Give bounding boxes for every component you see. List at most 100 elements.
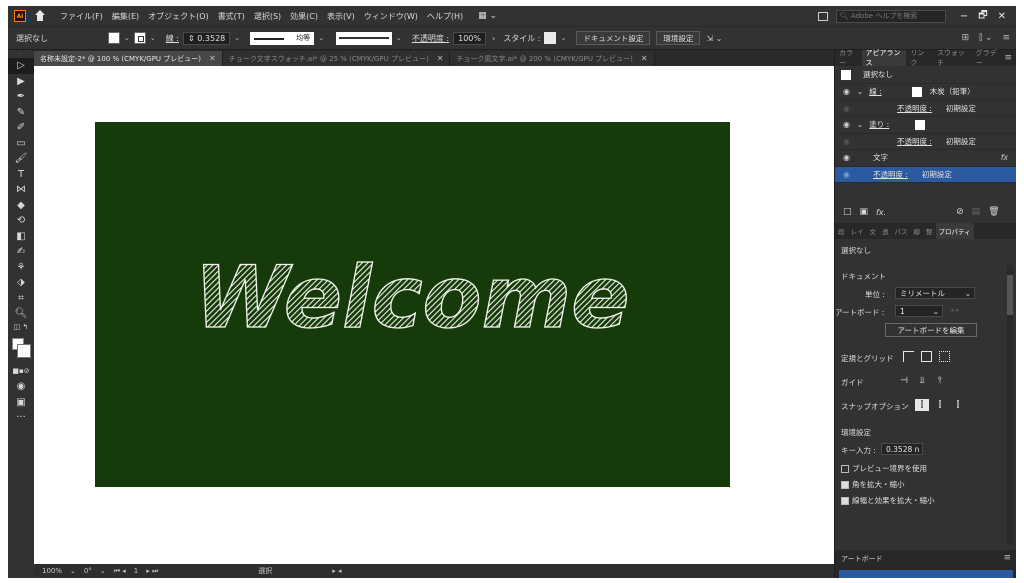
opacity-field[interactable]: 100% (453, 31, 486, 45)
checkbox-checked-icon[interactable] (841, 480, 849, 489)
clear-appearance-icon[interactable]: ⊘ (956, 207, 964, 217)
tab-gradient[interactable]: グラデー (972, 48, 1005, 68)
menu-object[interactable]: オブジェクト(O) (148, 11, 209, 22)
status-mode[interactable]: 選択 (258, 566, 272, 576)
stroke-width-field[interactable]: ⇕ 0.3528 (183, 31, 231, 45)
menu-edit[interactable]: 編集(E) (112, 11, 139, 22)
width-tool-icon[interactable]: ⋈ (8, 182, 34, 198)
pen-tool-icon[interactable]: ✒ (8, 89, 34, 105)
eye-icon[interactable]: ◉ (843, 153, 853, 162)
menu-lines-icon[interactable]: ≡ (1002, 33, 1010, 43)
chevron-down-icon[interactable]: ⌄ (396, 34, 402, 42)
opacity-row-label[interactable]: 不透明度 : (897, 136, 932, 147)
zoom-tool-icon[interactable]: 🔍︎ (8, 306, 34, 322)
eye-icon[interactable]: ◉ (843, 104, 853, 113)
tab-align[interactable]: 整 (923, 226, 936, 236)
preview-bounds-checkbox[interactable]: プレビュー境界を使用 (841, 463, 927, 474)
preferences-button[interactable]: 環境設定 (656, 31, 701, 45)
tab-document-1[interactable]: 名称未設定-2* @ 100 % (CMYK/GPU プレビュー) ✕ (34, 51, 223, 66)
tab-swatches[interactable]: スウォッチ (933, 48, 972, 68)
artboard-dropdown[interactable]: 1 ⌄ (895, 305, 943, 317)
snap-to-point-icon[interactable]: ⫿ (915, 399, 929, 411)
tab-color[interactable]: カラー (835, 48, 862, 68)
zoom-level[interactable]: 100% (42, 567, 62, 575)
last-artboard-icon[interactable]: ▸ ⏭ (146, 567, 158, 576)
tab-document-3[interactable]: チョーク風文字.ai* @ 200 % (CMYK/GPU プレビュー) ✕ (450, 51, 655, 66)
blend-tool-icon[interactable]: ⚘ (8, 260, 34, 276)
show-guides-icon[interactable]: ⊣ (897, 375, 911, 387)
fx-icon[interactable]: fx (1001, 153, 1008, 162)
chevron-down-icon[interactable]: ⌄ (234, 34, 240, 42)
fill-stroke-swatches[interactable] (8, 336, 34, 364)
artboard-list-item[interactable] (839, 570, 1013, 578)
key-increment-field[interactable]: 0.3528 n (881, 443, 923, 455)
artboard-number[interactable]: 1 (134, 567, 138, 575)
appearance-row-char-opacity[interactable]: ◉ 不透明度 : 初期設定 (835, 166, 1016, 183)
chevron-right-icon[interactable]: › (492, 34, 495, 43)
properties-scrollbar[interactable] (1007, 265, 1013, 545)
artboard-tool-icon[interactable]: ⌗ (8, 291, 34, 307)
tab-links[interactable]: リンク (906, 48, 933, 68)
swap-fill-stroke-icon[interactable]: ◫ ↰ (8, 322, 34, 332)
artboard[interactable]: Welcome (95, 122, 730, 487)
stroke-row-value[interactable]: 木炭（鉛筆） (930, 86, 975, 97)
chevron-down-icon[interactable]: ⌄ (150, 34, 156, 42)
chevron-down-icon[interactable]: ⌄ (560, 34, 566, 42)
arrange-documents-icon[interactable] (817, 11, 828, 21)
chevron-down-icon[interactable]: ⌄ (70, 567, 76, 575)
checkbox-checked-icon[interactable] (841, 496, 849, 505)
units-dropdown[interactable]: ミリメートル ⌄ (895, 287, 975, 299)
snap-to-glyph-icon[interactable]: ⫿ (951, 399, 965, 411)
edit-artboard-button[interactable]: アートボードを編集 (885, 323, 977, 337)
eye-icon[interactable]: ◉ (843, 170, 853, 179)
eraser-tool-icon[interactable]: ◆ (8, 198, 34, 214)
screen-mode-icon[interactable]: ▣ (8, 395, 34, 411)
scale-strokes-checkbox[interactable]: 線幅と効果を拡大・縮小 (841, 495, 935, 506)
tab-properties[interactable]: プロパティ (935, 223, 974, 239)
add-effect-icon[interactable]: fx. (876, 208, 886, 217)
shape-builder-tool-icon[interactable]: ⬗ (8, 275, 34, 291)
rulers-icon[interactable] (903, 351, 914, 362)
opacity-row-label[interactable]: 不透明度 : (873, 169, 908, 180)
panel-grip-icon[interactable]: ·· (8, 50, 34, 58)
characters-row-label[interactable]: 文字 (873, 152, 888, 163)
lock-guides-icon[interactable]: ⫫ (915, 375, 929, 387)
tab-stroke[interactable]: 線 (911, 226, 924, 236)
tab-pathfinder[interactable]: パス (892, 226, 911, 236)
scale-corners-checkbox[interactable]: 角を拡大・縮小 (841, 479, 905, 490)
scale-tool-icon[interactable]: ◧ (8, 229, 34, 245)
tab-appearance[interactable]: アピアランス (861, 49, 907, 67)
direct-selection-tool-icon[interactable]: ▶ (8, 74, 34, 90)
canvas[interactable]: Welcome (34, 66, 834, 564)
arrange-icon[interactable]: ⇲ ⌄ (706, 34, 722, 43)
fill-color-swatch[interactable] (108, 32, 120, 44)
artboards-panel-label[interactable]: アートボード (841, 554, 883, 564)
document-setup-button[interactable]: ドキュメント設定 (576, 31, 651, 45)
scrollbar-thumb[interactable] (1007, 275, 1013, 315)
tab-layers[interactable]: レイ (848, 226, 867, 236)
more-tools-icon[interactable]: ··· (8, 410, 34, 426)
grid-icon[interactable] (921, 351, 932, 362)
stroke-color-swatch[interactable] (133, 32, 146, 44)
chevron-down-icon[interactable]: ⌄ (857, 87, 863, 96)
close-icon[interactable]: ✕ (437, 54, 444, 63)
type-tool-icon[interactable]: T (8, 167, 34, 183)
add-stroke-icon[interactable]: □ (843, 207, 852, 217)
opacity-row-label[interactable]: 不透明度 : (897, 103, 932, 114)
eye-icon[interactable]: ◉ (843, 120, 853, 129)
appearance-row-stroke[interactable]: ◉ ⌄ 線 : 木炭（鉛筆） (835, 84, 1016, 101)
help-search-input[interactable]: 🔍︎ Adobe ヘルプを検索 (835, 9, 946, 23)
close-button[interactable]: ✕ (998, 11, 1006, 22)
appearance-row-fill[interactable]: ◉ ⌄ 塗り : (835, 117, 1016, 134)
panel-menu-icon[interactable]: ≡ (1004, 53, 1012, 63)
eye-icon[interactable]: ◉ (843, 87, 853, 96)
tab-document-2[interactable]: チョーク文字スウォッチ.ai* @ 25 % (CMYK/GPU プレビュー) … (222, 51, 451, 66)
draw-mode-icon[interactable]: ◉ (8, 379, 34, 395)
welcome-chalk-text[interactable]: Welcome (95, 122, 730, 487)
fill-color-swatch[interactable] (915, 119, 926, 130)
artboard-nav-icon[interactable]: ◂ ▸ (950, 306, 959, 314)
chevron-down-icon[interactable]: ⌄ (857, 120, 863, 129)
chevron-down-icon[interactable]: ⌄ (100, 567, 106, 575)
curvature-tool-icon[interactable]: ✎ (8, 105, 34, 121)
first-artboard-icon[interactable]: ⏮ ◂ (114, 567, 126, 576)
